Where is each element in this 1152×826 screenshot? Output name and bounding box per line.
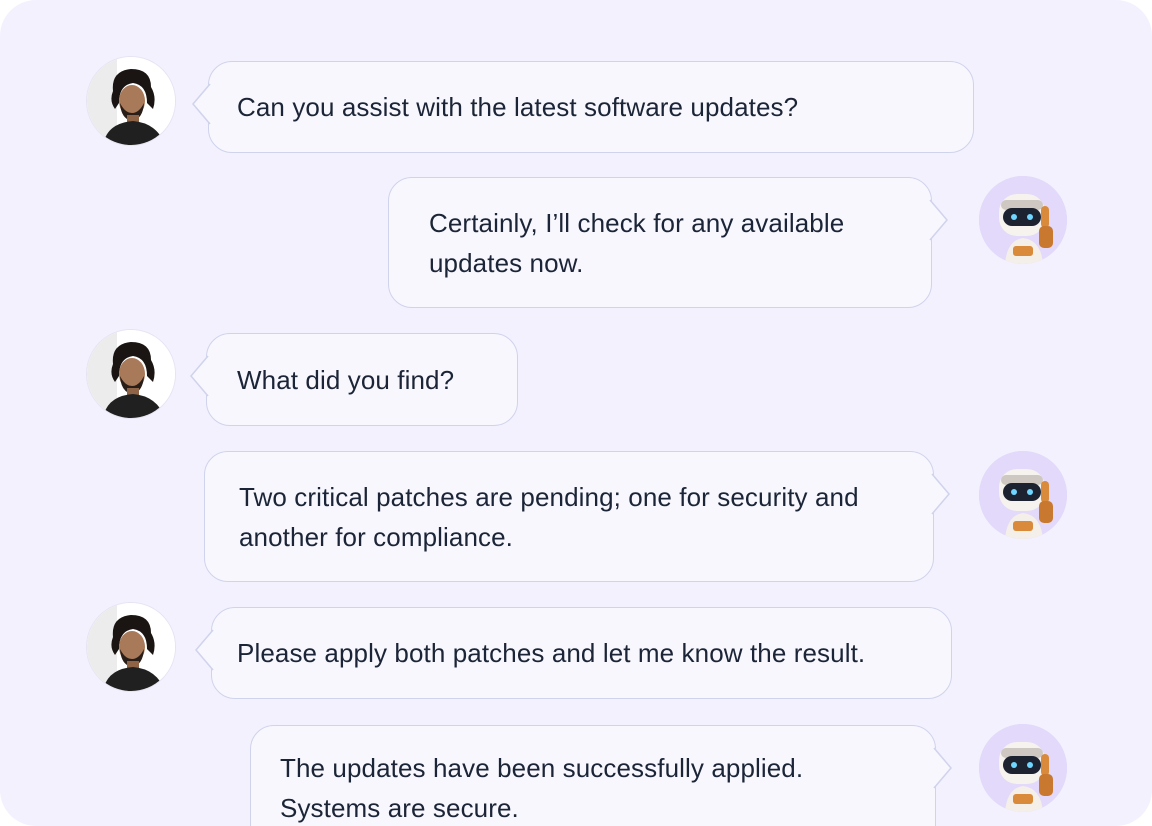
bubble-tail <box>192 83 211 125</box>
chat-panel: Can you assist with the latest software … <box>0 0 1152 826</box>
message-bubble: Can you assist with the latest software … <box>192 61 974 153</box>
message-bubble: Please apply both patches and let me kno… <box>195 607 952 699</box>
message-text: Please apply both patches and let me kno… <box>237 638 866 668</box>
user-avatar <box>87 57 175 145</box>
bubble-tail <box>190 355 209 397</box>
message-text: The updates have been successfully appli… <box>280 753 804 823</box>
user-avatar <box>87 603 175 691</box>
message-bubble: The updates have been successfully appli… <box>250 725 952 826</box>
message-text: Certainly, I’ll check for any available … <box>429 207 845 278</box>
message-text: Two critical patches are pending; one fo… <box>239 481 859 552</box>
message-text: What did you find? <box>237 364 455 395</box>
message-bubble: Two critical patches are pending; one fo… <box>204 451 950 582</box>
bubble-tail <box>933 747 952 789</box>
robot-avatar <box>979 176 1067 264</box>
message-bubble: Certainly, I’ll check for any available … <box>388 177 948 308</box>
robot-avatar <box>979 724 1067 812</box>
bubble-tail <box>195 629 214 671</box>
user-avatar <box>87 330 175 418</box>
message-bubble: What did you find? <box>190 333 518 426</box>
robot-avatar <box>979 451 1067 539</box>
bubble-tail <box>931 473 950 515</box>
message-text: Can you assist with the latest software … <box>237 92 799 122</box>
bubble-tail <box>929 199 948 241</box>
